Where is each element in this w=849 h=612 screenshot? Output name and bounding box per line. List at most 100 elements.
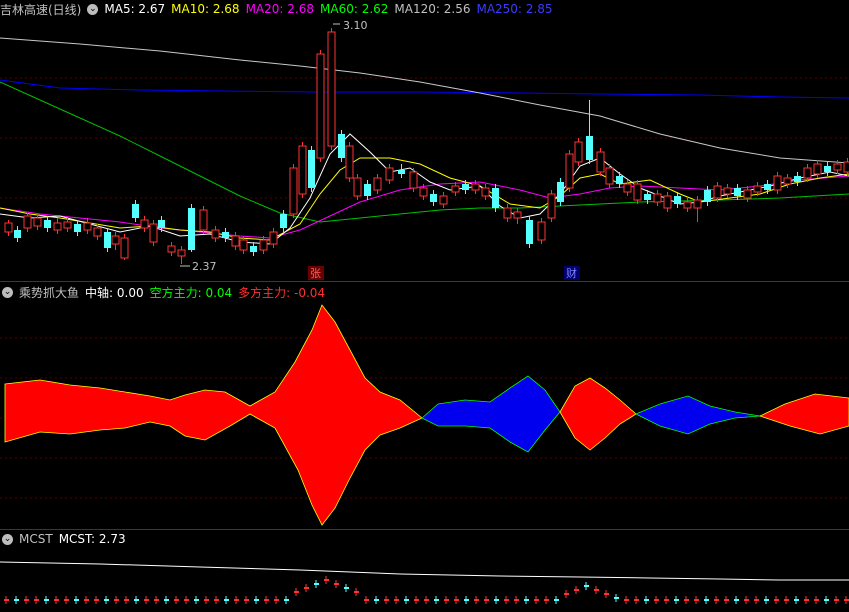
mcst-candle xyxy=(34,596,39,604)
mcst-candle xyxy=(724,596,729,604)
candlestick xyxy=(158,216,165,232)
mcst-candle xyxy=(4,596,9,604)
mcst-candle xyxy=(114,596,119,604)
mcst-candle xyxy=(554,596,559,604)
mcst-candle xyxy=(434,596,439,604)
mcst-candle xyxy=(634,596,639,604)
mcst-candle xyxy=(614,594,619,602)
indicator-title: 乘势抓大鱼 xyxy=(19,285,80,300)
marker-zhang: 张 xyxy=(310,267,321,280)
price-chart[interactable]: 3.10 2.37 张 财 xyxy=(0,18,849,280)
mcst-candle xyxy=(364,596,369,604)
mcst-candle xyxy=(674,596,679,604)
candlestick xyxy=(250,242,257,256)
kongfang-area-2 xyxy=(635,395,761,435)
mcst-candle xyxy=(824,596,829,604)
chevron-down-icon[interactable]: ⌄ xyxy=(87,3,99,15)
mcst-candle xyxy=(164,596,169,604)
candlestick xyxy=(231,232,240,250)
candlestick xyxy=(492,184,499,212)
mcst-candle xyxy=(734,596,739,604)
candlestick xyxy=(23,213,32,232)
candlestick xyxy=(132,200,139,222)
ma10-line xyxy=(0,157,849,241)
indicator-kongfang: 空方主力: 0.04 xyxy=(149,285,233,300)
mcst-candle xyxy=(514,596,519,604)
candlestick xyxy=(547,190,556,222)
mcst-candle xyxy=(814,596,819,604)
ma120-line xyxy=(0,37,849,164)
candlestick xyxy=(298,142,307,198)
candlestick xyxy=(373,174,382,194)
mcst-candle xyxy=(534,596,539,604)
candlestick xyxy=(14,226,21,242)
candlestick xyxy=(503,204,512,222)
candlestick xyxy=(683,198,692,212)
mcst-candle xyxy=(404,596,409,604)
mcst-candle xyxy=(264,596,269,604)
mcst-candle xyxy=(244,596,249,604)
mcst-candle xyxy=(14,596,19,604)
indicator-chart[interactable] xyxy=(0,300,849,528)
mcst-candle xyxy=(784,596,789,604)
candlestick xyxy=(316,50,325,162)
mcst-candle xyxy=(644,596,649,604)
candlestick xyxy=(565,150,574,192)
candlestick xyxy=(188,204,195,252)
mcst-candle xyxy=(464,596,469,604)
mcst-candle xyxy=(74,596,79,604)
mcst-candle xyxy=(414,596,419,604)
mcst-chart[interactable] xyxy=(0,548,849,612)
ma5-label: MA5: 2.67 xyxy=(104,2,166,16)
mcst-candle xyxy=(304,584,309,592)
mcst-candle xyxy=(794,596,799,604)
mcst-candle xyxy=(124,596,129,604)
mcst-candle xyxy=(354,588,359,596)
candlestick xyxy=(308,146,315,192)
mcst-candle xyxy=(344,584,349,592)
duofang-area-3 xyxy=(758,393,849,435)
mcst-candle xyxy=(774,596,779,604)
mcst-candle xyxy=(384,596,389,604)
candlestick xyxy=(586,100,593,164)
mcst-candle xyxy=(754,596,759,604)
chevron-down-icon[interactable]: ⌄ xyxy=(2,533,13,545)
candlestick xyxy=(537,218,546,244)
mcst-candle xyxy=(474,596,479,604)
chevron-down-icon[interactable]: ⌄ xyxy=(2,286,13,298)
ma120-label: MA120: 2.56 xyxy=(394,2,471,16)
mcst-value: MCST: 2.73 xyxy=(58,532,126,546)
mcst-candle xyxy=(744,596,749,604)
candlestick xyxy=(364,180,371,200)
candlestick xyxy=(111,232,120,250)
mcst-candle xyxy=(154,596,159,604)
candlestick xyxy=(462,180,469,194)
candlestick xyxy=(149,220,158,246)
candlestick xyxy=(653,190,662,206)
mcst-candle xyxy=(224,596,229,604)
stock-title: 吉林高速(日线) xyxy=(0,2,82,17)
mcst-candle xyxy=(334,580,339,588)
mcst-candle xyxy=(44,596,49,604)
candlestick xyxy=(596,148,605,176)
high-label: 3.10 xyxy=(343,19,368,32)
ma250-label: MA250: 2.85 xyxy=(476,2,553,16)
candlestick xyxy=(104,228,111,252)
duofang-area-2 xyxy=(559,377,637,451)
mcst-candle xyxy=(424,596,429,604)
mcst-title: MCST xyxy=(19,532,53,546)
ma10-label: MA10: 2.68 xyxy=(171,2,240,16)
ma60-label: MA60: 2.62 xyxy=(320,2,389,16)
mcst-candle xyxy=(764,596,769,604)
candlestick xyxy=(481,184,490,200)
mcst-candle xyxy=(704,596,709,604)
mcst-candle xyxy=(454,596,459,604)
mcst-candle xyxy=(694,596,699,604)
candlestick xyxy=(4,220,13,236)
mcst-candle xyxy=(234,596,239,604)
mcst-candle xyxy=(24,596,29,604)
candlestick xyxy=(211,226,220,242)
mcst-candle xyxy=(494,596,499,604)
mcst-candle xyxy=(714,596,719,604)
mcst-candle xyxy=(594,586,599,594)
